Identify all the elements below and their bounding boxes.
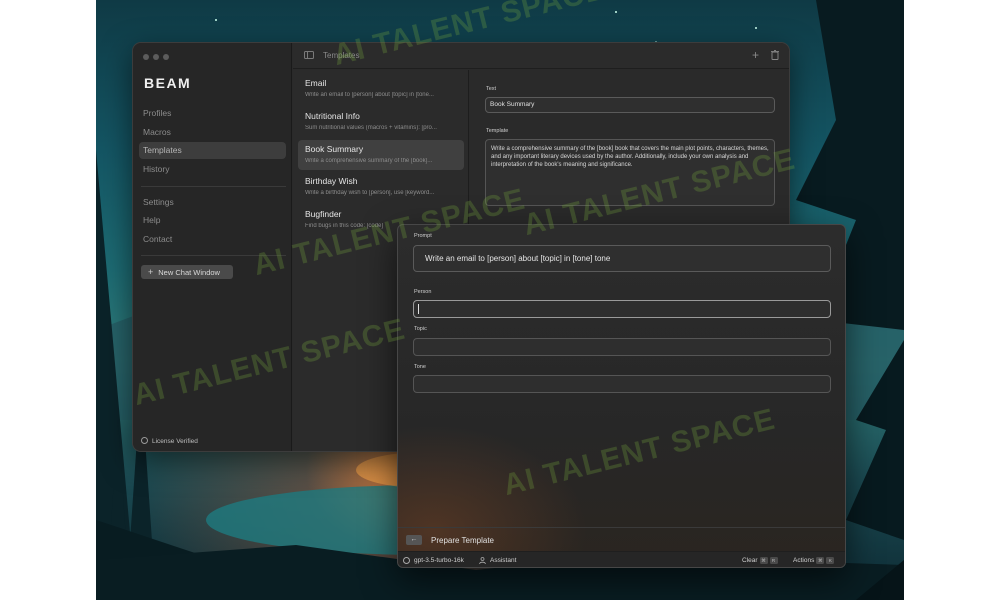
person-field-label: Person <box>414 289 432 295</box>
template-description: Write a comprehensive summary of the [bo… <box>305 158 433 164</box>
command-key-icon: ⌘ <box>759 557 768 564</box>
actions-shortcut[interactable]: Actions ⌘ K <box>793 557 835 564</box>
sidebar-item-help[interactable]: Help <box>139 212 286 229</box>
template-description: Write a birthday wish to [person], use [… <box>305 190 435 196</box>
assistant-profile[interactable]: Assistant <box>490 557 516 564</box>
template-description: Write an email to [person] about [topic]… <box>305 92 434 98</box>
license-label: License Verified <box>152 438 198 445</box>
window-glow <box>398 425 588 567</box>
shortcut-key: K <box>826 557 835 564</box>
plus-icon: + <box>148 267 154 277</box>
sidebar-divider <box>141 255 286 256</box>
add-template-icon[interactable]: + <box>752 48 759 62</box>
new-chat-window-label: New Chat Window <box>158 268 220 277</box>
model-gear-icon[interactable] <box>403 557 410 564</box>
window-minimize-button[interactable] <box>153 54 159 60</box>
template-name: Email <box>305 78 327 88</box>
status-bar: gpt-3.5-turbo-16k Assistant Clear ⌘ R Acti… <box>398 551 845 567</box>
person-icon <box>479 557 486 564</box>
license-status: License Verified <box>141 437 198 445</box>
sidebar-item-macros[interactable]: Macros <box>139 124 286 141</box>
sidebar-item-templates[interactable]: Templates <box>139 142 286 159</box>
prompt-preview: Write an email to [person] about [topic]… <box>413 245 831 272</box>
arrow-left-icon[interactable]: ← <box>406 535 422 545</box>
window-zoom-button[interactable] <box>163 54 169 60</box>
template-body-textarea[interactable]: Write a comprehensive summary of the [bo… <box>485 139 775 206</box>
sidebar-toggle-icon[interactable] <box>304 51 314 59</box>
template-name: Birthday Wish <box>305 176 358 186</box>
template-item-birthday-wish[interactable]: Birthday Wish Write a birthday wish to [… <box>298 172 464 202</box>
prepare-template-label: Prepare Template <box>431 536 494 545</box>
check-circle-icon <box>141 437 148 444</box>
sidebar-item-contact[interactable]: Contact <box>139 231 286 248</box>
template-description: Sum nutritional values (macros + vitamin… <box>305 125 437 131</box>
shortcut-key: R <box>769 557 778 564</box>
window-titlebar: Templates + <box>293 43 789 69</box>
app-logo: BEAM <box>144 75 192 91</box>
footer-divider <box>398 527 845 528</box>
command-key-icon: ⌘ <box>816 557 825 564</box>
trash-icon[interactable] <box>771 50 779 60</box>
prepare-template-window: Prompt Write an email to [person] about … <box>397 224 846 568</box>
topic-input[interactable] <box>413 338 831 356</box>
template-name: Bugfinder <box>305 209 342 219</box>
sidebar: BEAM Profiles Macros Templates History S… <box>133 43 292 451</box>
template-item-email[interactable]: Email Write an email to [person] about [… <box>298 74 464 104</box>
template-item-book-summary[interactable]: Book Summary Write a comprehensive summa… <box>298 140 464 170</box>
sidebar-item-settings[interactable]: Settings <box>139 194 286 211</box>
model-name[interactable]: gpt-3.5-turbo-16k <box>414 557 464 564</box>
clear-shortcut[interactable]: Clear ⌘ R <box>742 557 778 564</box>
topic-field-label: Topic <box>414 326 427 332</box>
sidebar-item-profiles[interactable]: Profiles <box>139 105 286 122</box>
template-name: Book Summary <box>305 144 364 154</box>
window-close-button[interactable] <box>143 54 149 60</box>
prompt-label: Prompt <box>414 233 432 239</box>
template-field-label: Template <box>486 128 509 134</box>
sidebar-item-history[interactable]: History <box>139 161 286 178</box>
sidebar-divider <box>141 186 286 187</box>
template-item-nutritional-info[interactable]: Nutritional Info Sum nutritional values … <box>298 107 464 137</box>
tone-field-label: Tone <box>414 364 426 370</box>
screen: BEAM Profiles Macros Templates History S… <box>0 0 1000 600</box>
clear-label: Clear <box>742 557 758 564</box>
tone-input[interactable] <box>413 375 831 393</box>
new-chat-window-button[interactable]: + New Chat Window <box>141 265 233 279</box>
window-title: Templates <box>323 51 360 60</box>
template-name-input[interactable]: Book Summary <box>485 97 775 113</box>
text-caret <box>418 304 419 314</box>
template-name: Nutritional Info <box>305 111 360 121</box>
actions-label: Actions <box>793 557 815 564</box>
person-input[interactable] <box>413 300 831 318</box>
text-field-label: Text <box>486 86 497 92</box>
